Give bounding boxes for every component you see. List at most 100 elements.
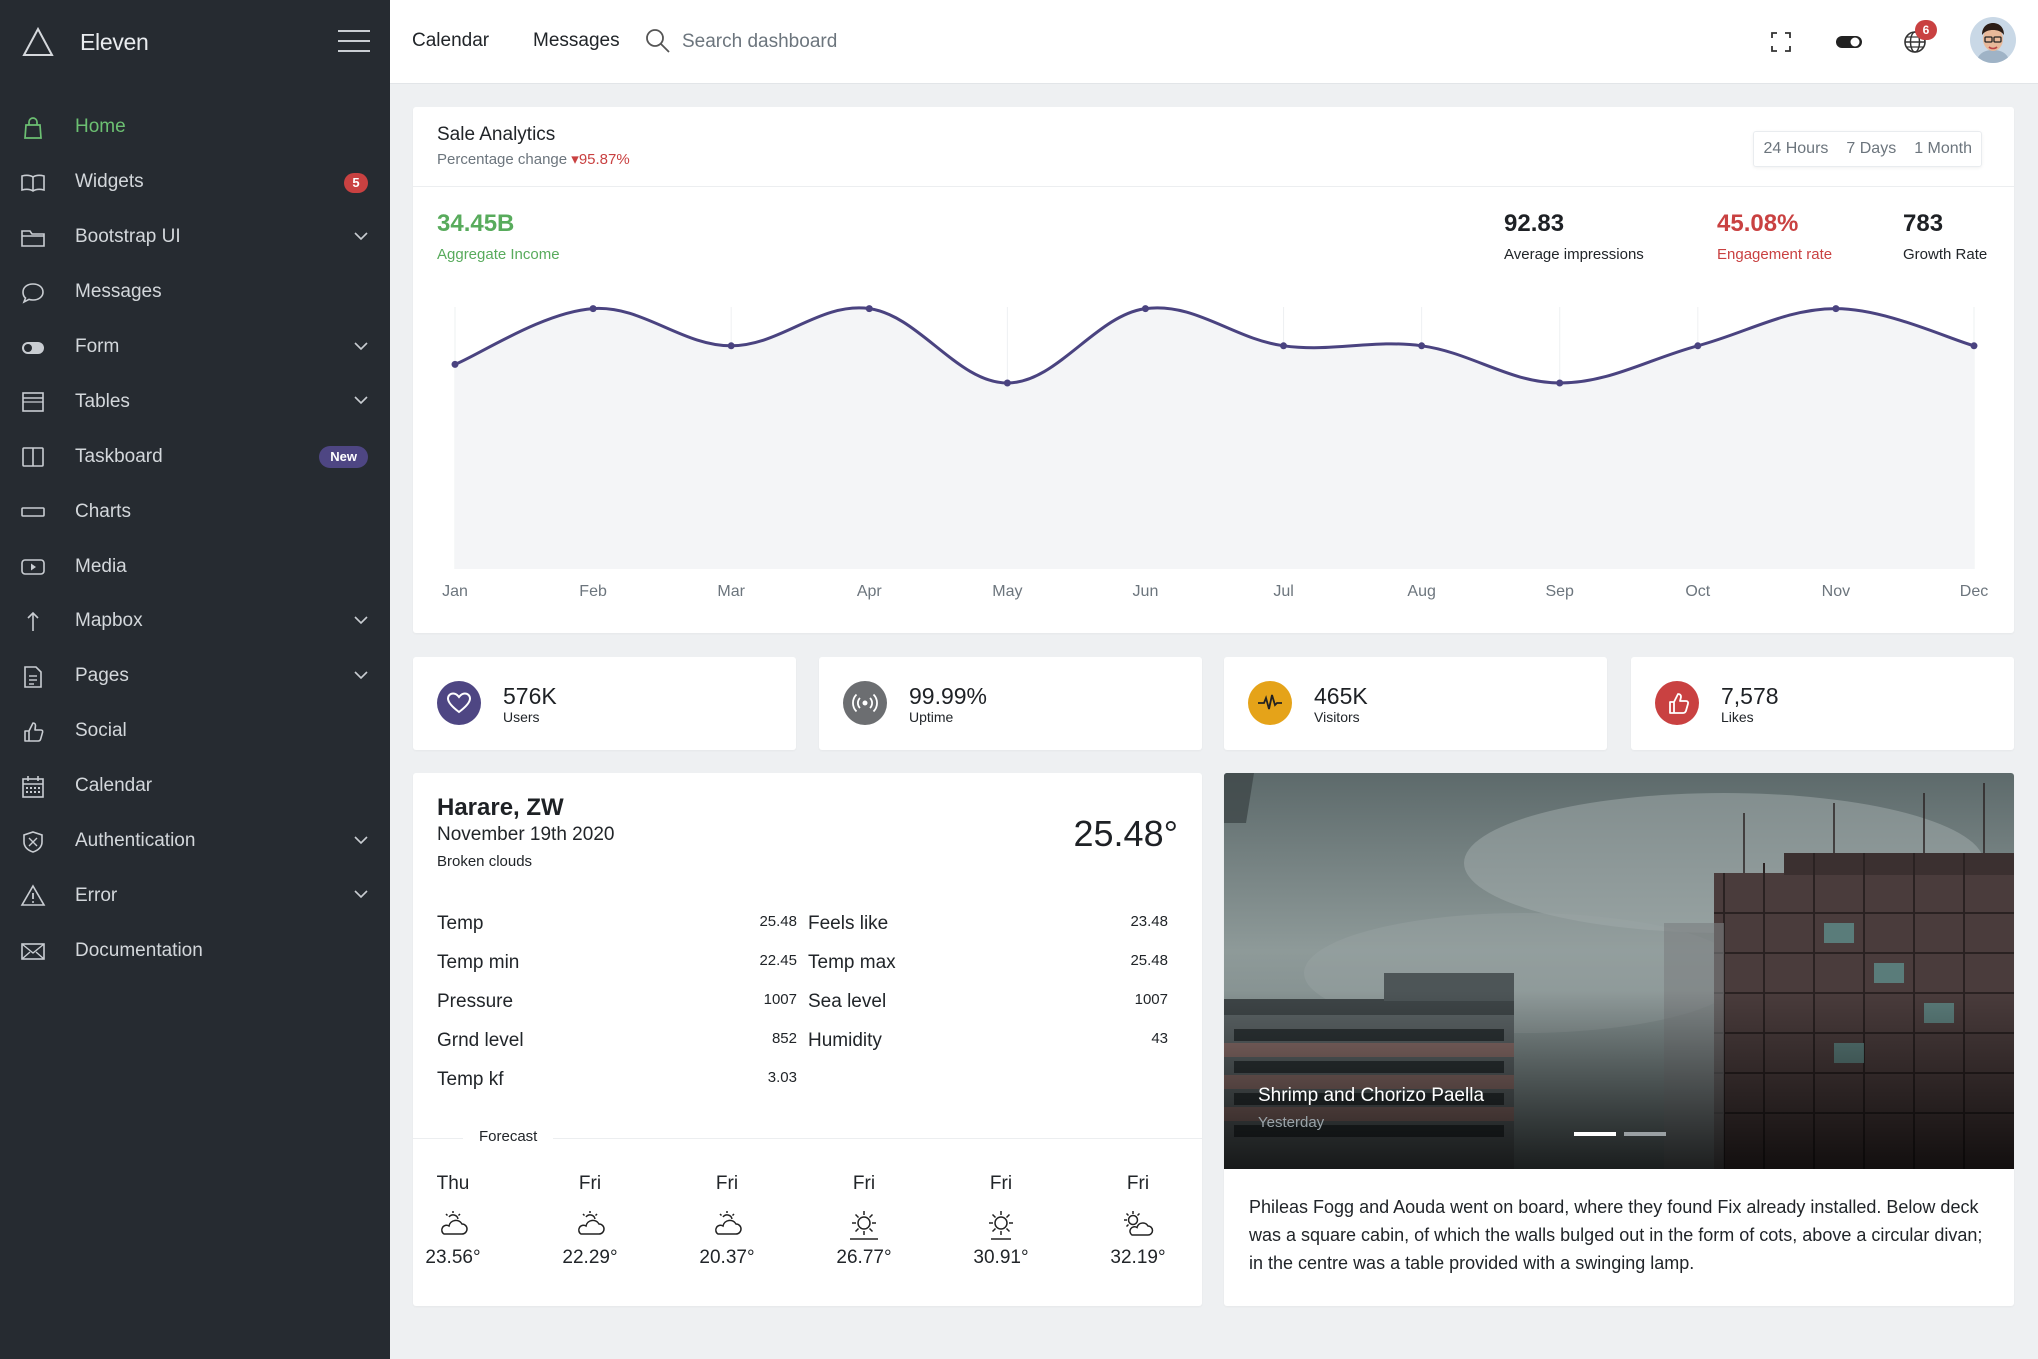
news-card: Shrimp and Chorizo Paella Yesterday Phil… [1224, 773, 2014, 1306]
temp-min-label: Temp min [437, 952, 520, 973]
weather-date: November 19th 2020 [437, 824, 615, 845]
sidebar-item-charts[interactable]: Charts [0, 484, 390, 539]
sidebar-item-home[interactable]: Home [0, 100, 390, 155]
temp-kf-value: 3.03 [767, 1069, 797, 1086]
news-text: Phileas Fogg and Aouda went on board, wh… [1249, 1197, 1983, 1273]
forecast-day-name: Fri [715, 1173, 739, 1194]
news-carousel-image[interactable]: Shrimp and Chorizo Paella Yesterday [1224, 773, 2014, 1169]
x-tick-label: Nov [1822, 583, 1850, 600]
sidebar-item-calendar[interactable]: Calendar [0, 759, 390, 814]
arrow-up-icon [27, 611, 39, 632]
sidebar-item-documentation[interactable]: Documentation [0, 923, 390, 978]
chevron-down-icon[interactable] [354, 395, 368, 405]
sidebar-item-social[interactable]: Social [0, 704, 390, 759]
brand-name[interactable]: Eleven [80, 29, 149, 56]
search-icon[interactable] [644, 27, 672, 55]
warning-icon [20, 884, 46, 907]
carousel-indicator-2[interactable] [1624, 1132, 1666, 1136]
file-icon [24, 666, 42, 688]
chevron-down-icon[interactable] [354, 615, 368, 625]
play-icon [21, 559, 45, 575]
pressure-label: Pressure [437, 991, 514, 1012]
chevron-down-icon[interactable] [354, 341, 368, 351]
cloud-sun-icon [715, 1211, 742, 1235]
sidebar-item-label: Home [75, 116, 126, 138]
chart-point-sep[interactable] [1556, 379, 1564, 387]
users-label: Users [503, 709, 540, 725]
chart-point-mar[interactable] [727, 342, 735, 350]
chevron-down-icon[interactable] [354, 889, 368, 899]
chart-point-oct[interactable] [1694, 342, 1702, 350]
sea-level-value: 1007 [1134, 991, 1168, 1008]
forecast-temp: 32.19° [1110, 1247, 1166, 1268]
search-input[interactable] [682, 24, 1002, 60]
feels-like-label: Feels like [808, 913, 889, 934]
news-caption-subtitle: Yesterday [1258, 1114, 1325, 1131]
widgets-count-badge: 5 [344, 172, 368, 193]
folder-icon [21, 229, 45, 247]
toggle-icon [22, 341, 44, 354]
chart-point-nov[interactable] [1832, 305, 1840, 313]
stat-card-likes: 7,578 Likes [1631, 657, 2014, 750]
x-tick-label: Oct [1685, 583, 1710, 600]
weather-description: Broken clouds [437, 853, 533, 870]
chart-point-jul[interactable] [1280, 342, 1288, 350]
sunrise-icon [850, 1211, 878, 1240]
forecast-temp: 26.77° [836, 1247, 892, 1268]
chart-point-jan[interactable] [451, 360, 459, 368]
sidebar-item-label: Bootstrap UI [75, 226, 181, 248]
bag-icon [24, 117, 42, 139]
chevron-down-icon[interactable] [354, 231, 368, 241]
sale-analytics-card: Sale Analytics Percentage change ▾95.87%… [413, 107, 2014, 633]
forecast-temp: 30.91° [973, 1247, 1029, 1268]
forecast-day-5: Fri 30.91° [951, 1173, 1051, 1269]
forecast-day-4: Fri 26.77° [814, 1173, 914, 1269]
sidebar-item-media[interactable]: Media [0, 539, 390, 594]
forecast-day-name: Fri [989, 1173, 1013, 1194]
chart-point-jun[interactable] [1141, 305, 1149, 313]
weather-city: Harare, ZW [437, 794, 564, 821]
sidebar-item-label: Authentication [75, 830, 196, 852]
chevron-down-icon[interactable] [354, 835, 368, 845]
sidebar-item-tables[interactable]: Tables [0, 374, 390, 429]
forecast-temp: 23.56° [425, 1247, 481, 1268]
chart-point-may[interactable] [1003, 379, 1011, 387]
sidebar-item-label: Messages [75, 281, 162, 303]
sidebar-item-pages[interactable]: Pages [0, 649, 390, 704]
messages-link[interactable]: Messages [533, 30, 620, 52]
broadcast-icon [843, 681, 887, 725]
chart-point-dec[interactable] [1970, 342, 1978, 350]
sidebar-item-bootstrap-ui[interactable]: Bootstrap UI [0, 210, 390, 265]
sidebar-item-label: Calendar [75, 775, 153, 797]
chat-icon [22, 282, 44, 304]
sidebar-item-label: Mapbox [75, 610, 143, 632]
sidebar-item-taskboard[interactable]: Taskboard New [0, 429, 390, 484]
calendar-icon [22, 775, 44, 798]
columns-icon [22, 447, 44, 468]
forecast-day-name: Fri [1126, 1173, 1150, 1194]
new-badge: New [319, 446, 368, 469]
heart-icon [437, 681, 481, 725]
sidebar-item-form[interactable]: Form [0, 320, 390, 375]
sidebar-item-mapbox[interactable]: Mapbox [0, 594, 390, 649]
sun-icon [989, 1211, 1013, 1240]
chart-point-apr[interactable] [865, 305, 873, 313]
chevron-down-icon[interactable] [354, 670, 368, 680]
carousel-indicator-1[interactable] [1574, 1132, 1616, 1136]
sidebar-item-error[interactable]: Error [0, 868, 390, 923]
notification-badge: 6 [1915, 20, 1937, 40]
triangle-logo-icon[interactable] [22, 27, 54, 57]
chart-point-aug[interactable] [1418, 342, 1426, 350]
sidebar-item-widgets[interactable]: Widgets 5 [0, 155, 390, 210]
chart-point-feb[interactable] [589, 305, 597, 313]
calendar-link[interactable]: Calendar [412, 30, 489, 52]
menu-toggle-icon[interactable] [338, 30, 370, 54]
sidebar-item-authentication[interactable]: Authentication [0, 814, 390, 869]
fullscreen-icon[interactable] [1767, 28, 1795, 56]
x-tick-label: May [992, 583, 1022, 600]
theme-toggle-icon[interactable] [1834, 28, 1864, 56]
forecast-label: Forecast [463, 1128, 554, 1145]
sidebar-item-messages[interactable]: Messages [0, 265, 390, 320]
forecast-day-2: Fri 22.29° [540, 1173, 640, 1269]
avatar[interactable] [1970, 17, 2016, 63]
